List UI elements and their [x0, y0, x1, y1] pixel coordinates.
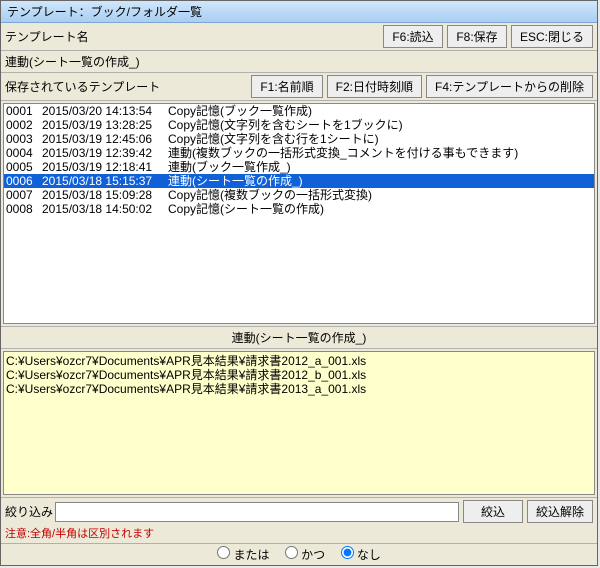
- saved-label: 保存されているテンプレート: [5, 78, 247, 95]
- sort-name-button[interactable]: F1:名前順: [251, 75, 322, 98]
- list-item[interactable]: 00022015/03/19 13:28:25Copy記憶(文字列を含むシートを…: [4, 118, 594, 132]
- list-item[interactable]: 00032015/03/19 12:45:06Copy記憶(文字列を含む行を1シ…: [4, 132, 594, 146]
- list-item[interactable]: 00062015/03/18 15:15:37連動(シート一覧の作成_): [4, 174, 594, 188]
- filter-clear-button[interactable]: 絞込解除: [527, 500, 593, 523]
- titlebar: テンプレート：ブック/フォルダ一覧: [1, 1, 597, 23]
- current-template: 連動(シート一覧の作成_): [1, 51, 597, 73]
- list-item[interactable]: 00012015/03/20 14:13:54Copy記憶(ブック一覧作成): [4, 104, 594, 118]
- filter-label: 絞り込み: [5, 503, 55, 520]
- list-item[interactable]: 00082015/03/18 14:50:02Copy記憶(シート一覧の作成): [4, 202, 594, 216]
- save-button[interactable]: F8:保存: [447, 25, 507, 48]
- detail-item: C:¥Users¥ozcr7¥Documents¥APR見本結果¥請求書2012…: [6, 368, 592, 382]
- filter-row: 絞り込み 絞込 絞込解除: [1, 497, 597, 525]
- load-button[interactable]: F6:読込: [383, 25, 443, 48]
- template-name-label: テンプレート名: [5, 28, 379, 45]
- list-item[interactable]: 00052015/03/19 12:18:41連動(ブック一覧作成_): [4, 160, 594, 174]
- header-row: テンプレート名 F6:読込 F8:保存 ESC:閉じる: [1, 23, 597, 51]
- delete-button[interactable]: F4:テンプレートからの削除: [426, 75, 593, 98]
- saved-header-row: 保存されているテンプレート F1:名前順 F2:日付時刻順 F4:テンプレートか…: [1, 73, 597, 101]
- list-item[interactable]: 00042015/03/19 12:39:42連動(複数ブックの一括形式変換_コ…: [4, 146, 594, 160]
- filter-apply-button[interactable]: 絞込: [463, 500, 523, 523]
- template-window: テンプレート：ブック/フォルダ一覧 テンプレート名 F6:読込 F8:保存 ES…: [0, 0, 598, 566]
- detail-list[interactable]: C:¥Users¥ozcr7¥Documents¥APR見本結果¥請求書2012…: [3, 351, 595, 495]
- radio-and[interactable]: かつ: [285, 548, 325, 562]
- close-button[interactable]: ESC:閉じる: [511, 25, 593, 48]
- list-item[interactable]: 00072015/03/18 15:09:28Copy記憶(複数ブックの一括形式…: [4, 188, 594, 202]
- detail-header: 連動(シート一覧の作成_): [1, 326, 597, 349]
- template-list[interactable]: 00012015/03/20 14:13:54Copy記憶(ブック一覧作成)00…: [3, 103, 595, 324]
- detail-item: C:¥Users¥ozcr7¥Documents¥APR見本結果¥請求書2012…: [6, 354, 592, 368]
- sort-date-button[interactable]: F2:日付時刻順: [327, 75, 422, 98]
- filter-note: 注意:全角/半角は区別されます: [1, 525, 597, 543]
- filter-input[interactable]: [55, 502, 459, 522]
- radio-row: または かつ なし: [1, 543, 597, 565]
- detail-item: C:¥Users¥ozcr7¥Documents¥APR見本結果¥請求書2013…: [6, 382, 592, 396]
- radio-none[interactable]: なし: [341, 548, 381, 562]
- radio-or[interactable]: または: [217, 548, 269, 562]
